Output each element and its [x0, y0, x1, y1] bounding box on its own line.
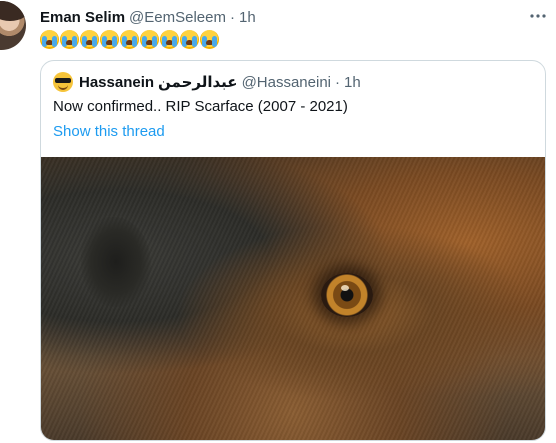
quoted-separator-dot: · [335, 73, 340, 91]
avatar-hair [0, 1, 26, 21]
show-this-thread-link[interactable]: Show this thread [53, 123, 165, 140]
crying-face-icon [140, 29, 159, 49]
smile-icon [58, 84, 68, 90]
avatar[interactable] [0, 1, 26, 50]
lion-eye [321, 273, 373, 317]
tweet-time[interactable]: 1h [239, 9, 256, 26]
crying-face-icon [180, 29, 199, 49]
separator-dot: · [229, 8, 235, 26]
crying-face-icon [100, 29, 119, 49]
crying-face-icon [160, 29, 179, 49]
quoted-author-handle[interactable]: @Hassaneini [242, 74, 331, 91]
lion-photo[interactable] [41, 157, 545, 440]
crying-face-icon [80, 29, 99, 49]
lion-eye-highlight [341, 285, 349, 291]
lion-scar-eye [81, 217, 151, 307]
quoted-tweet-text: Now confirmed.. RIP Scarface (2007 - 202… [53, 98, 348, 115]
quoted-author-arabic-name[interactable]: عبدالرحمن [158, 73, 238, 91]
tweet-text [40, 28, 219, 50]
tweet-header: Eman Selim @EemSeleem · 1h [40, 7, 256, 27]
crying-face-icon [200, 29, 219, 49]
tweet[interactable]: Eman Selim @EemSeleem · 1h Hassanein عبد… [0, 0, 556, 443]
sunglasses-icon [55, 78, 71, 83]
more-horizontal-icon [530, 14, 546, 18]
author-name[interactable]: Eman Selim [40, 9, 125, 26]
quoted-avatar[interactable] [53, 72, 73, 92]
more-options-button[interactable] [528, 9, 548, 23]
crying-face-icon [40, 29, 59, 49]
author-handle[interactable]: @EemSeleem [129, 9, 226, 26]
quoted-tweet-card[interactable]: Hassanein عبدالرحمن @Hassaneini · 1h Now… [40, 60, 546, 441]
quoted-tweet-header: Hassanein عبدالرحمن @Hassaneini · 1h [53, 72, 361, 92]
quoted-author-name[interactable]: Hassanein [79, 74, 154, 91]
crying-face-icon [120, 29, 139, 49]
quoted-tweet-time[interactable]: 1h [344, 74, 361, 91]
crying-face-icon [60, 29, 79, 49]
